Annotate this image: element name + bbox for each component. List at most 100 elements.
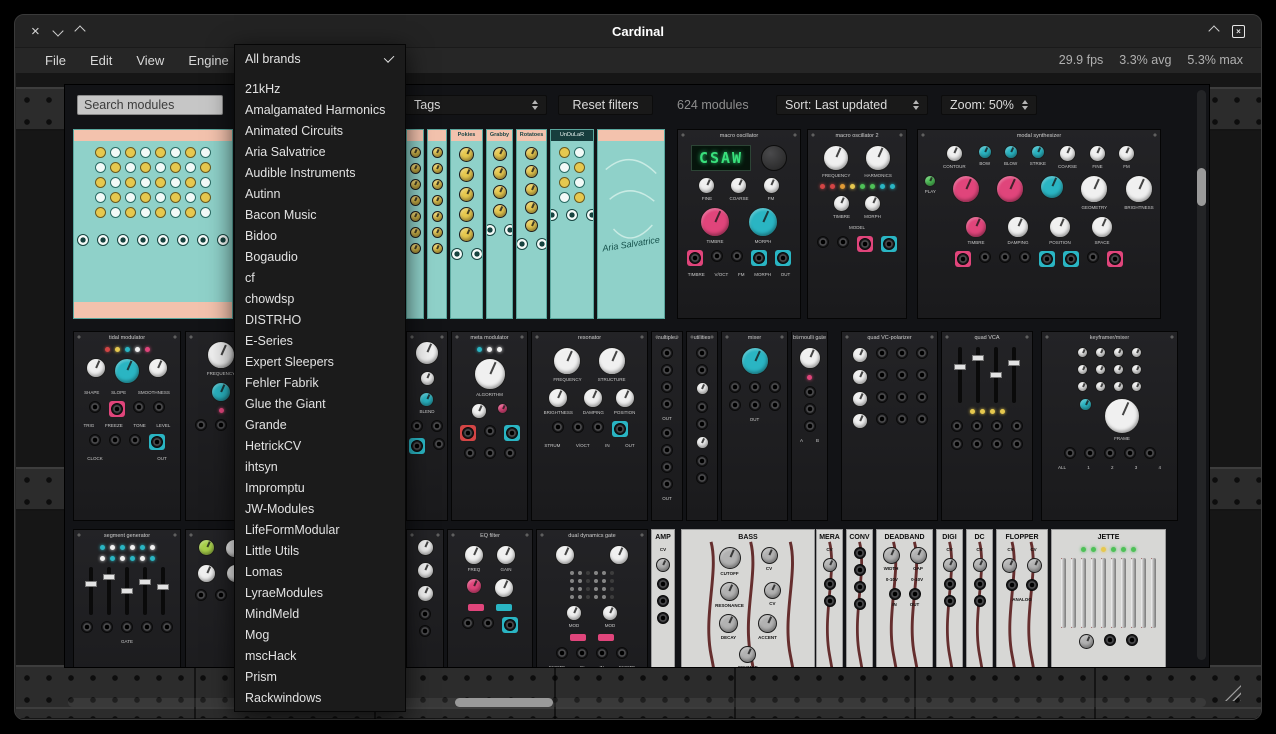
- module-card[interactable]: Rotatoes: [516, 129, 547, 319]
- port: [411, 440, 423, 452]
- brand-menu-item[interactable]: Little Utils: [235, 540, 405, 561]
- window-title: Cardinal: [15, 24, 1261, 39]
- brand-menu-item[interactable]: Rackwindows: [235, 687, 405, 708]
- module-card[interactable]: EQ filterFREQGAIN: [447, 529, 533, 668]
- brand-menu-item[interactable]: HetrickCV: [235, 435, 405, 456]
- module-card[interactable]: JETTE: [1051, 529, 1166, 668]
- horizontal-scrollbar-thumb[interactable]: [455, 698, 553, 707]
- knob: [140, 162, 151, 173]
- brand-menu-item[interactable]: Glue the Giant: [235, 393, 405, 414]
- reset-filters-button[interactable]: Reset filters: [558, 95, 653, 115]
- module-card[interactable]: [406, 529, 444, 668]
- menu-edit[interactable]: Edit: [90, 53, 112, 68]
- module-card[interactable]: macro oscillator 2FREQUENCYHARMONICSTIMB…: [807, 129, 907, 319]
- module-card[interactable]: UnDuLaR: [550, 129, 594, 319]
- brand-menu-item[interactable]: Expert Sleepers: [235, 351, 405, 372]
- brand-menu-item[interactable]: Animated Circuits: [235, 120, 405, 141]
- knob: [864, 195, 881, 212]
- module-card[interactable]: CONV: [846, 529, 873, 668]
- brand-menu-item[interactable]: Amalgamated Harmonics: [235, 99, 405, 120]
- module-card[interactable]: macro oscillatorCSAWFINECOARSEFMTIMBREMO…: [677, 129, 801, 319]
- chevron-down-icon[interactable]: [52, 25, 63, 36]
- brand-menu-item[interactable]: Bogaudio: [235, 246, 405, 267]
- brand-menu-item[interactable]: Impromptu: [235, 477, 405, 498]
- panel-label: FM: [738, 272, 745, 277]
- module-card[interactable]: DCCV: [966, 529, 993, 668]
- brand-menu-item-label: chowdsp: [245, 292, 294, 306]
- brand-menu-item[interactable]: All brands: [235, 48, 405, 69]
- brand-menu-item[interactable]: ihtsyn: [235, 456, 405, 477]
- module-card[interactable]: [73, 129, 233, 319]
- module-card[interactable]: quad VCA: [941, 331, 1033, 521]
- knob-label: CONTOUR: [943, 164, 966, 169]
- port: [689, 252, 701, 264]
- brand-menu-item[interactable]: Aria Salvatrice: [235, 141, 405, 162]
- port-label: OUT: [910, 602, 920, 607]
- panel-decor: [409, 438, 445, 454]
- module-card[interactable]: utilities: [686, 331, 718, 521]
- module-card[interactable]: MERACV: [816, 529, 843, 668]
- module-card[interactable]: quad VC-polarizer: [841, 331, 938, 521]
- brand-menu-item[interactable]: Fehler Fabrik: [235, 372, 405, 393]
- module-card[interactable]: FLOPPERCVCVANALOG: [996, 529, 1048, 668]
- panel-decor: [854, 547, 866, 610]
- chevron-up-icon[interactable]: [74, 25, 85, 36]
- module-card[interactable]: [406, 129, 424, 319]
- brand-menu-item[interactable]: Prism: [235, 666, 405, 687]
- tags-select[interactable]: Tags: [405, 95, 547, 115]
- brand-menu-item[interactable]: MindMeld: [235, 603, 405, 624]
- brand-menu-item[interactable]: DISTRHO: [235, 309, 405, 330]
- knob: [525, 165, 538, 178]
- brand-menu-item[interactable]: Autinn: [235, 183, 405, 204]
- menu-engine[interactable]: Engine: [188, 53, 228, 68]
- brand-menu-item[interactable]: Lomas: [235, 561, 405, 582]
- titlebar-right-controls: ×: [1210, 25, 1261, 38]
- brand-menu-item[interactable]: 21kHz: [235, 78, 405, 99]
- module-card[interactable]: DIGICV: [936, 529, 963, 668]
- sort-select[interactable]: Sort: Last updated: [776, 95, 928, 115]
- module-card[interactable]: [427, 129, 447, 319]
- module-card[interactable]: BASSCUTOFFCVRESONANCECVDECAYACCENTENVMOD…: [681, 529, 815, 668]
- close-icon[interactable]: ×: [31, 24, 40, 39]
- brand-menu-item[interactable]: JW-Modules: [235, 498, 405, 519]
- module-card[interactable]: mixerOUT: [721, 331, 788, 521]
- module-card[interactable]: multiplesOUTOUT: [651, 331, 683, 521]
- module-card[interactable]: bernoulli gateAB: [791, 331, 828, 521]
- panel-decor: [804, 386, 816, 432]
- module-card[interactable]: Grabby: [486, 129, 513, 319]
- module-card[interactable]: segment generatorGATE: [73, 529, 181, 668]
- brand-menu-item[interactable]: Bacon Music: [235, 204, 405, 225]
- brand-menu-item[interactable]: Mog: [235, 624, 405, 645]
- brand-menu-item[interactable]: mscHack: [235, 645, 405, 666]
- module-card[interactable]: meta modulatorALGORITHM: [451, 331, 528, 521]
- module-card[interactable]: AMPCV: [651, 529, 675, 668]
- brand-menu-item[interactable]: chowdsp: [235, 288, 405, 309]
- collapse-icon[interactable]: [1208, 25, 1219, 36]
- search-input[interactable]: [77, 95, 223, 115]
- close-box-icon[interactable]: ×: [1232, 25, 1245, 38]
- module-card[interactable]: resonatorFREQUENCYSTRUCTUREBRIGHTNESSDAM…: [531, 331, 648, 521]
- port: [504, 619, 516, 631]
- module-card[interactable]: Aria Salvatrice: [597, 129, 665, 319]
- module-card[interactable]: BLEND: [406, 331, 448, 521]
- brand-menu-item[interactable]: E-Series: [235, 330, 405, 351]
- module-card[interactable]: Pokies: [450, 129, 483, 319]
- module-card[interactable]: DEADBANDWIDTHGAP0-10V0-10VINOUT: [876, 529, 933, 668]
- module-card[interactable]: tidal modulatorSHAPESLOPESMOOTHNESSTRIGF…: [73, 331, 181, 521]
- vertical-scrollbar-thumb[interactable]: [1197, 168, 1206, 206]
- brand-menu-item[interactable]: Audible Instruments: [235, 162, 405, 183]
- menu-view[interactable]: View: [136, 53, 164, 68]
- vertical-scrollbar[interactable]: [1197, 90, 1206, 660]
- brand-menu-item[interactable]: LifeFormModular: [235, 519, 405, 540]
- rod: [1081, 558, 1086, 628]
- brand-menu-item[interactable]: cf: [235, 267, 405, 288]
- module-card[interactable]: modal synthesizerCONTOURBOWBLOWSTRIKECOA…: [917, 129, 1161, 319]
- module-card[interactable]: keyframer/mixerFRAMEALL1234: [1041, 331, 1178, 521]
- menu-file[interactable]: File: [45, 53, 66, 68]
- brand-menu-item[interactable]: LyraeModules: [235, 582, 405, 603]
- brand-menu-item[interactable]: Grande: [235, 414, 405, 435]
- brand-menu-item[interactable]: Bidoo: [235, 225, 405, 246]
- module-card[interactable]: dual dynamics gateMODMODEXCITEININEXCITE: [536, 529, 648, 668]
- knob: [494, 578, 514, 598]
- zoom-select[interactable]: Zoom: 50%: [941, 95, 1037, 115]
